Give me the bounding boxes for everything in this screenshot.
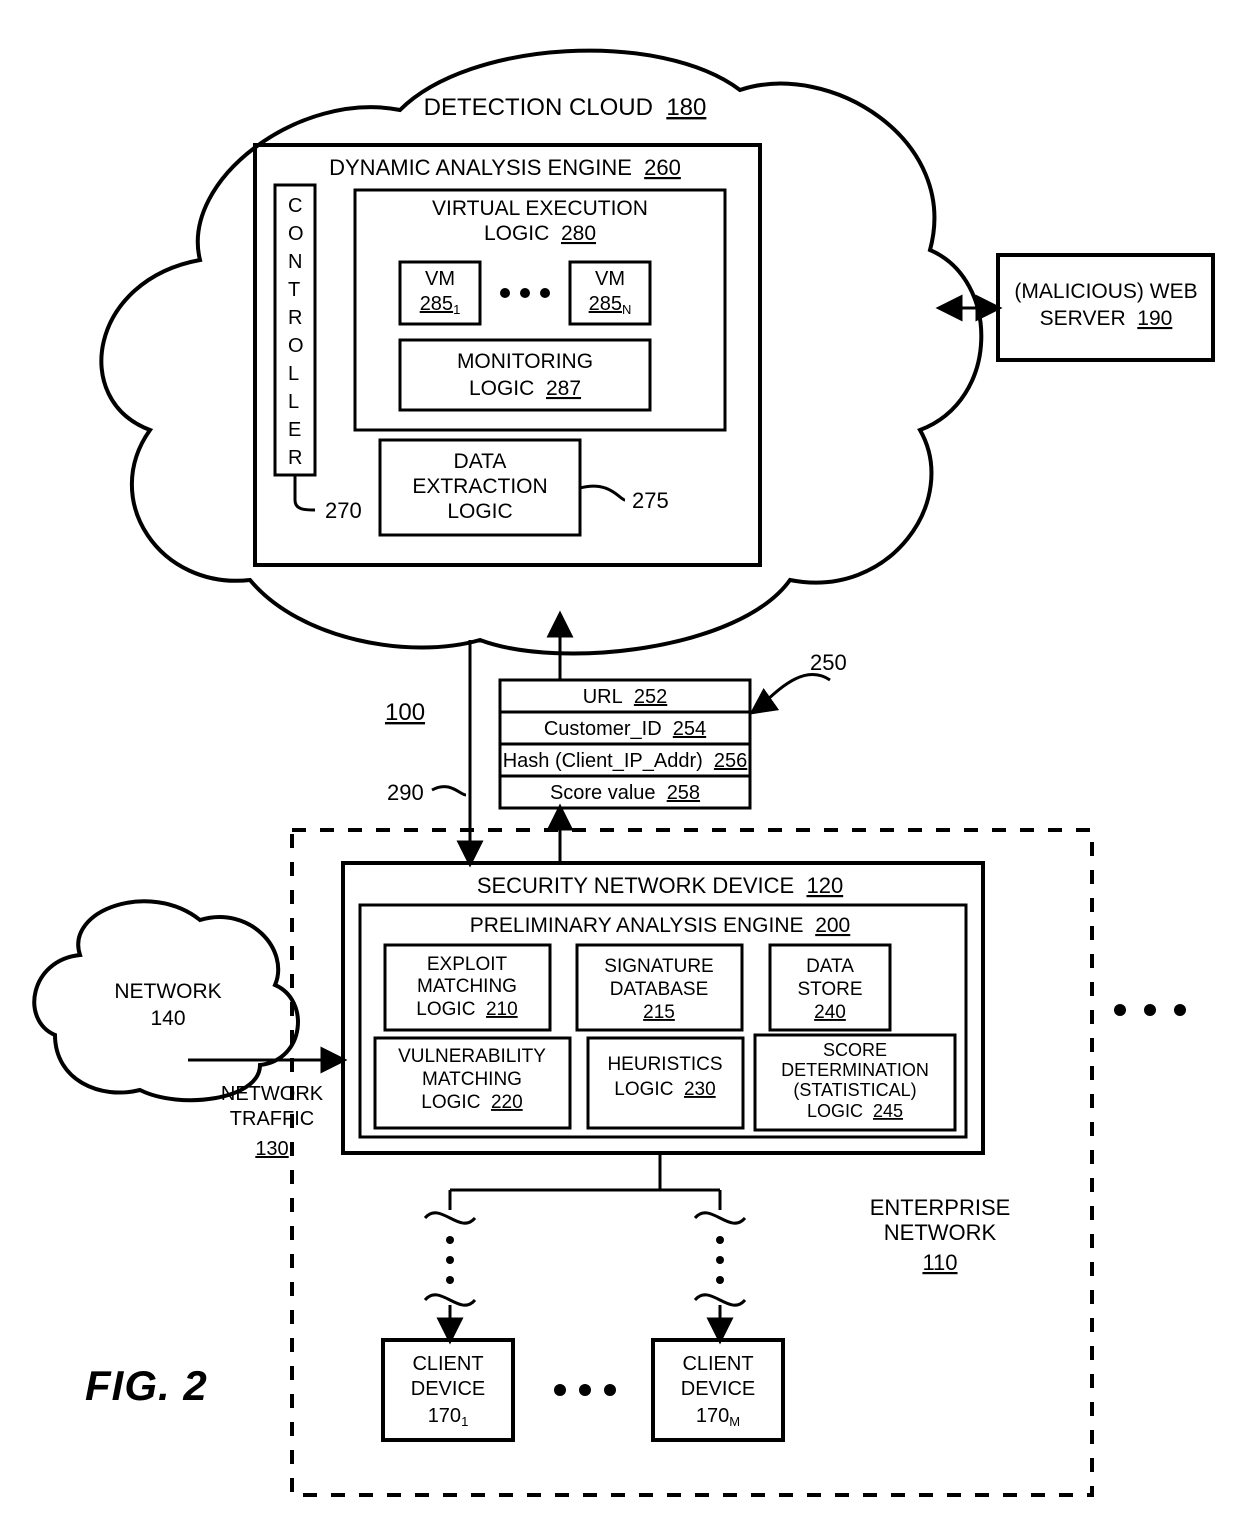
svg-text:MATCHING: MATCHING [417,976,517,997]
svg-text:HEURISTICS: HEURISTICS [607,1054,722,1075]
pae-label: PRELIMINARY ANALYSIS ENGINE 200 [470,914,851,937]
controller-lead [295,475,315,510]
system-ref: 100 [385,699,425,726]
svg-text:CLIENT: CLIENT [682,1353,753,1375]
svg-text:CLIENT: CLIENT [412,1353,483,1375]
ent-net-l1: ENTERPRISE [870,1195,1011,1220]
diagram-canvas: FIG. 2 100 DETECTION CLOUD 180 DYNAMIC A… [0,0,1240,1525]
svg-text:(STATISTICAL): (STATISTICAL) [793,1080,916,1100]
web-server-l2: SERVER 190 [1040,307,1173,330]
monitoring-l1: MONITORING [457,350,593,373]
svg-text:DEVICE: DEVICE [681,1378,755,1400]
ntraffic-l2: TRAFFIC [230,1108,314,1130]
svg-text:URL 252: URL 252 [583,686,668,708]
svg-text:LOGIC 230: LOGIC 230 [614,1079,715,1100]
svg-text:LOGIC 210: LOGIC 210 [416,999,517,1020]
svg-text:LOGIC 245: LOGIC 245 [807,1101,903,1121]
ntraffic-l1: NETWORK [221,1083,324,1105]
down-arrow-lead [432,787,466,795]
clientm-connector [695,1213,745,1340]
ent-net-l2: NETWORK [884,1220,997,1245]
ntraffic-ref: 130 [255,1138,288,1160]
svg-text:STORE: STORE [797,979,862,1000]
dex-l3: LOGIC [447,500,512,523]
snd-label: SECURITY NETWORK DEVICE 120 [477,873,843,898]
network-ref: 140 [150,1007,185,1030]
vm1-label: VM [425,268,455,290]
svg-text:215: 215 [643,1002,675,1023]
vexec-l1: VIRTUAL EXECUTION [432,197,648,220]
svg-text:DEVICE: DEVICE [411,1378,485,1400]
svg-text:DATABASE: DATABASE [610,979,709,1000]
packet-lead [753,674,830,712]
controller-letters: C O N T R O L L E R [288,195,309,469]
svg-text:VULNERABILITY: VULNERABILITY [398,1046,546,1067]
figure-label: FIG. 2 [85,1362,208,1409]
snd-more-dots [1114,1004,1126,1016]
svg-text:MATCHING: MATCHING [422,1069,522,1090]
packet-ref: 250 [810,650,847,675]
client-more-dots [554,1384,566,1396]
monitoring-l2: LOGIC 287 [469,377,581,400]
detection-cloud-label: DETECTION CLOUD 180 [424,94,707,121]
network-label: NETWORK [114,980,221,1003]
dynamic-analysis-engine-label: DYNAMIC ANALYSIS ENGINE 260 [329,155,681,180]
svg-text:Customer_ID 254: Customer_ID 254 [544,718,706,740]
svg-text:LOGIC 220: LOGIC 220 [421,1092,522,1113]
vm-dots [500,288,510,298]
dex-l2: EXTRACTION [412,475,547,498]
ent-net-ref: 110 [922,1250,957,1275]
svg-text:DATA: DATA [806,956,854,977]
svg-text:SIGNATURE: SIGNATURE [604,956,713,977]
dex-l1: DATA [454,450,507,473]
vmn-label: VM [595,268,625,290]
vexec-l2: LOGIC 280 [484,222,596,245]
svg-text:EXPLOIT: EXPLOIT [427,954,508,975]
svg-text:240: 240 [814,1002,846,1023]
svg-text:Hash (Client_IP_Addr) 256: Hash (Client_IP_Addr) 256 [503,750,748,772]
dex-ref: 275 [632,488,669,513]
vmn-ref: 285N [589,293,632,317]
packet-table: URL 252 Customer_ID 254 Hash (Client_IP_… [500,680,750,808]
vm1-ref: 2851 [420,293,461,317]
client1-connector [425,1213,475,1340]
dex-lead [580,486,625,500]
svg-text:170M: 170M [696,1405,740,1429]
svg-text:DETERMINATION: DETERMINATION [781,1060,929,1080]
web-server-l1: (MALICIOUS) WEB [1014,280,1197,303]
down-arrow-ref: 290 [387,780,424,805]
svg-text:Score value 258: Score value 258 [550,782,700,804]
svg-text:1701: 1701 [428,1405,469,1429]
controller-ref: 270 [325,498,362,523]
svg-text:SCORE: SCORE [823,1040,887,1060]
